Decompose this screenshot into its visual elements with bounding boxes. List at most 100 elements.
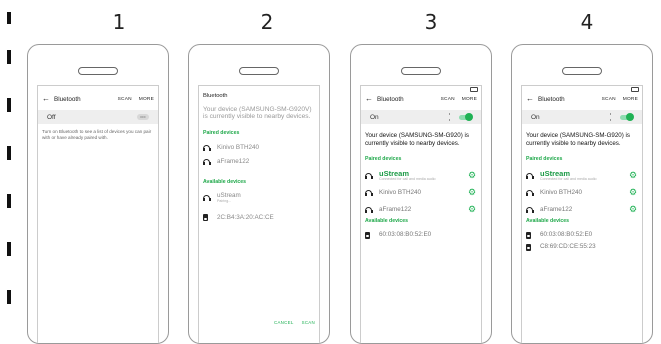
- app-bar: ← Bluetooth SCAN MORE: [38, 92, 158, 106]
- device-item[interactable]: Kinivo BTH240: [203, 141, 315, 155]
- visibility-text: Your device (SAMSUNG-SM-G920V) is curren…: [203, 106, 312, 121]
- bluetooth-switch[interactable]: OFF: [137, 114, 149, 120]
- status-bar: [38, 86, 158, 92]
- back-arrow-icon[interactable]: ←: [526, 95, 534, 103]
- scan-button[interactable]: SCAN: [441, 97, 455, 102]
- device-item[interactable]: 2C:B4:3A:20:AC:CE: [203, 211, 315, 225]
- speaker-icon: [365, 231, 379, 239]
- paired-devices-header: Paired devices: [526, 156, 563, 162]
- headphones-icon: [203, 144, 217, 151]
- phone-screen: ← Bluetooth SCAN MORE On Your device (SA…: [360, 85, 482, 343]
- paired-devices-header: Paired devices: [365, 156, 402, 162]
- cancel-button[interactable]: CANCEL: [274, 320, 294, 325]
- gear-icon[interactable]: ⚙: [467, 188, 477, 197]
- device-status: Pairing...: [217, 199, 232, 204]
- device-item[interactable]: B uStream Connected for call and media a…: [526, 167, 638, 184]
- device-item[interactable]: 60:03:08:B0:52:E0: [526, 229, 638, 241]
- headphones-icon: B: [365, 172, 379, 179]
- more-button[interactable]: MORE: [462, 97, 477, 102]
- bluetooth-switch[interactable]: [620, 113, 634, 121]
- device-status: Connected for call and media audio: [540, 177, 597, 181]
- device-name: Kinivo BTH240: [379, 188, 421, 196]
- status-bar: [522, 86, 642, 92]
- speaker-icon: [526, 243, 540, 251]
- back-arrow-icon[interactable]: ←: [42, 95, 50, 103]
- more-button[interactable]: MORE: [139, 97, 154, 102]
- scan-button[interactable]: SCAN: [118, 97, 132, 102]
- step-number-2: 2: [260, 10, 274, 34]
- device-list: Paired devices B uStream Connected for c…: [361, 156, 481, 241]
- headphones-icon: B: [526, 172, 540, 179]
- toggle-label: Off: [47, 113, 56, 121]
- bluetooth-switch[interactable]: [459, 113, 473, 121]
- app-title: Bluetooth: [377, 95, 404, 103]
- bluetooth-toggle-row[interactable]: Off OFF: [38, 110, 158, 124]
- bluetooth-toggle-row[interactable]: On: [361, 110, 481, 124]
- device-item[interactable]: aFrame122: [203, 155, 315, 169]
- device-name: C8:69:CD:CE:55:23: [540, 243, 596, 250]
- bluetooth-hint-text: Turn on Bluetooth to see a list of devic…: [42, 129, 152, 141]
- back-arrow-icon[interactable]: ←: [365, 95, 373, 103]
- tick-mark: [610, 119, 611, 121]
- step-number-3: 3: [424, 10, 438, 34]
- device-name: Kinivo BTH240: [217, 143, 259, 151]
- step-number-4: 4: [580, 10, 594, 34]
- scan-button[interactable]: SCAN: [602, 97, 616, 102]
- device-name: aFrame122: [379, 205, 412, 213]
- phone-speaker: [78, 67, 118, 75]
- battery-icon: [631, 87, 639, 92]
- device-item[interactable]: B aFrame122 ⚙: [365, 201, 477, 218]
- gear-icon[interactable]: ⚙: [628, 188, 638, 197]
- headphones-icon: B: [526, 206, 540, 213]
- device-item[interactable]: uStream Pairing...: [203, 190, 315, 207]
- gear-icon[interactable]: ⚙: [467, 205, 477, 214]
- device-status: Connected for call and media audio: [379, 177, 436, 181]
- status-bar: [361, 86, 481, 92]
- margin-bar: [7, 242, 11, 256]
- phone-screen: ← Bluetooth SCAN MORE On Your device (SA…: [521, 85, 643, 343]
- step-number-1: 1: [112, 10, 126, 34]
- device-name: 2C:B4:3A:20:AC:CE: [217, 213, 274, 221]
- phone-1: ← Bluetooth SCAN MORE Off OFF Turn on Bl…: [27, 44, 169, 344]
- bluetooth-toggle-row[interactable]: On: [522, 110, 642, 124]
- headphones-icon: [203, 195, 217, 202]
- device-item[interactable]: B aFrame122 ⚙: [526, 201, 638, 218]
- dialog-actions: CANCEL SCAN: [266, 320, 315, 325]
- phone-4: ← Bluetooth SCAN MORE On Your device (SA…: [511, 44, 653, 344]
- more-button[interactable]: MORE: [623, 97, 638, 102]
- device-name: aFrame122: [217, 157, 250, 165]
- dialog-title: Bluetooth: [203, 93, 228, 99]
- device-name: 60:03:08:B0:52:E0: [540, 231, 593, 238]
- device-name: uStream: [379, 169, 410, 178]
- device-name: uStream: [540, 169, 571, 178]
- toggle-label: On: [370, 113, 379, 121]
- bluetooth-dialog: Bluetooth Your device (SAMSUNG-SM-G920V)…: [199, 86, 319, 229]
- device-item[interactable]: 60:03:08:B0:52:E0: [365, 229, 477, 241]
- margin-bar: [7, 50, 11, 64]
- device-name: aFrame122: [540, 205, 573, 213]
- device-item[interactable]: B Kinivo BTH240 ⚙: [526, 184, 638, 201]
- headphones-icon: B: [365, 206, 379, 213]
- paired-devices-header: Paired devices: [203, 129, 240, 136]
- margin-bar: [7, 290, 11, 304]
- toggle-label: On: [531, 113, 540, 121]
- gear-icon[interactable]: ⚙: [628, 205, 638, 214]
- app-title: Bluetooth: [538, 95, 565, 103]
- headphones-icon: B: [365, 189, 379, 196]
- device-item[interactable]: B Kinivo BTH240 ⚙: [365, 184, 477, 201]
- tick-mark: [449, 113, 450, 115]
- app-bar: ← Bluetooth SCAN MORE: [522, 92, 642, 106]
- phone-screen: Bluetooth Your device (SAMSUNG-SM-G920V)…: [198, 85, 320, 343]
- device-list: Paired devices B uStream Connected for c…: [522, 156, 642, 253]
- device-item[interactable]: B uStream Connected for call and media a…: [365, 167, 477, 184]
- gear-icon[interactable]: ⚙: [467, 171, 477, 180]
- speaker-icon: [203, 214, 217, 222]
- available-devices-header: Available devices: [203, 178, 247, 185]
- tick-mark: [610, 113, 611, 115]
- speaker-icon: [526, 231, 540, 239]
- scan-button[interactable]: SCAN: [302, 320, 315, 325]
- gear-icon[interactable]: ⚙: [628, 171, 638, 180]
- device-name: Kinivo BTH240: [540, 188, 582, 196]
- device-item[interactable]: C8:69:CD:CE:55:23: [526, 241, 638, 253]
- headphones-icon: B: [526, 189, 540, 196]
